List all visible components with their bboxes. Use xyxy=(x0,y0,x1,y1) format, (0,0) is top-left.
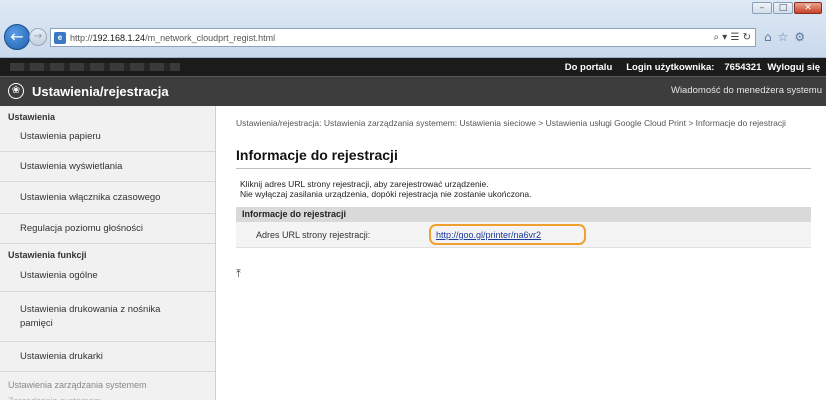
instruction-line: Nie wyłączaj zasilania urządzenia, dopók… xyxy=(240,189,532,199)
user-id: 7654321 xyxy=(724,61,762,73)
favorites-star-icon[interactable]: ☆ xyxy=(778,30,789,44)
sidebar-item-timer-settings[interactable]: Ustawienia włącznika czasowego xyxy=(0,182,215,214)
sidebar-item-label: Ustawienia papieru xyxy=(20,131,101,142)
login-label: Login użytkownika: xyxy=(626,61,715,73)
minimize-button[interactable]: – xyxy=(752,2,772,14)
window-controls: – □ ✕ xyxy=(752,2,822,14)
registration-url-link[interactable]: http://goo.gl/printer/na6vr2 xyxy=(429,224,586,245)
portal-link[interactable]: Do portalu xyxy=(565,62,613,73)
url-text[interactable]: http://192.168.1.24/m_network_cloudprt_r… xyxy=(70,33,275,43)
title-bar: ❀ Ustawienia/rejestracja Wiadomość do me… xyxy=(0,76,826,106)
registration-info-table: Informacje do rejestracji Adres URL stro… xyxy=(236,207,811,248)
maximize-button[interactable]: □ xyxy=(773,2,793,14)
instruction-text: Kliknij adres URL strony rejestracji, ab… xyxy=(240,179,532,199)
table-header: Informacje do rejestracji xyxy=(236,207,811,222)
sidebar-item-printer-settings[interactable]: Ustawienia drukarki xyxy=(0,342,215,372)
sidebar-item-general-settings[interactable]: Ustawienia ogólne xyxy=(0,260,215,292)
admin-message-link[interactable]: Wiadomość do menedżera systemu xyxy=(671,85,822,96)
sidebar-section-settings: Ustawienia xyxy=(8,112,56,122)
sidebar-item-label: Ustawienia wyświetlania xyxy=(20,161,123,172)
back-arrow-icon[interactable]: ← xyxy=(4,24,30,50)
sidebar-item-label: Regulacja poziomu głośności xyxy=(20,223,144,234)
back-to-top-icon[interactable]: ⤒ xyxy=(236,268,241,279)
divider xyxy=(236,168,811,169)
settings-icon: ❀ xyxy=(8,83,24,99)
table-row: Adres URL strony rejestracji: http://goo… xyxy=(236,222,811,248)
url-host: 192.168.1.24 xyxy=(92,32,146,43)
page-heading: Ustawienia/rejestracja xyxy=(32,84,169,99)
address-tools[interactable]: ⌕ ▾ ☰ ↻ xyxy=(714,32,756,43)
sidebar-section-system[interactable]: Ustawienia zarządzania systemem xyxy=(0,372,215,392)
sidebar-section-system-management[interactable]: Zarządzanie systemem xyxy=(0,392,215,400)
masked-device-name xyxy=(10,63,180,71)
sidebar-item-memory-media-print[interactable]: Ustawienia drukowania z nośnika pamięci xyxy=(0,292,215,342)
browser-chrome: – □ ✕ ← → e http://192.168.1.24/m_networ… xyxy=(0,0,826,58)
user-area: Do portalu Login użytkownika: 7654321 Wy… xyxy=(565,58,820,76)
sidebar-item-label: Ustawienia włącznika czasowego xyxy=(20,192,161,203)
top-bar: Do portalu Login użytkownika: 7654321 Wy… xyxy=(0,58,826,76)
sidebar-item-label: Ustawienia drukowania z nośnika pamięci xyxy=(20,303,161,329)
registration-url-label: Adres URL strony rejestracji: xyxy=(256,230,371,240)
forward-arrow-icon[interactable]: → xyxy=(29,28,47,46)
sidebar: Ustawienia Ustawienia papieru Ustawienia… xyxy=(0,106,216,400)
url-prefix: http:// xyxy=(70,32,93,43)
sidebar-item-display-settings[interactable]: Ustawienia wyświetlania xyxy=(0,152,215,182)
logout-link[interactable]: Wyloguj się xyxy=(767,62,820,73)
close-button[interactable]: ✕ xyxy=(794,2,822,14)
sidebar-item-volume[interactable]: Regulacja poziomu głośności xyxy=(0,214,215,244)
page-icon: e xyxy=(54,31,66,44)
address-bar[interactable]: e http://192.168.1.24/m_network_cloudprt… xyxy=(50,28,756,47)
url-path: /m_network_cloudprt_regist.html xyxy=(145,32,276,43)
toolbar-icons: ⌂ ☆ ⚙ xyxy=(764,30,805,44)
instruction-line: Kliknij adres URL strony rejestracji, ab… xyxy=(240,179,489,189)
main-content: Ustawienia/rejestracja: Ustawienia zarzą… xyxy=(216,106,826,400)
gear-icon[interactable]: ⚙ xyxy=(794,30,805,44)
page-title: Informacje do rejestracji xyxy=(236,147,398,163)
sidebar-section-functions: Ustawienia funkcji xyxy=(8,250,87,260)
home-icon[interactable]: ⌂ xyxy=(764,30,772,44)
sidebar-item-label: Ustawienia ogólne xyxy=(20,270,98,281)
sidebar-item-paper-settings[interactable]: Ustawienia papieru xyxy=(0,122,215,152)
sidebar-item-label: Ustawienia drukarki xyxy=(20,351,103,362)
breadcrumb: Ustawienia/rejestracja: Ustawienia zarzą… xyxy=(236,118,786,128)
